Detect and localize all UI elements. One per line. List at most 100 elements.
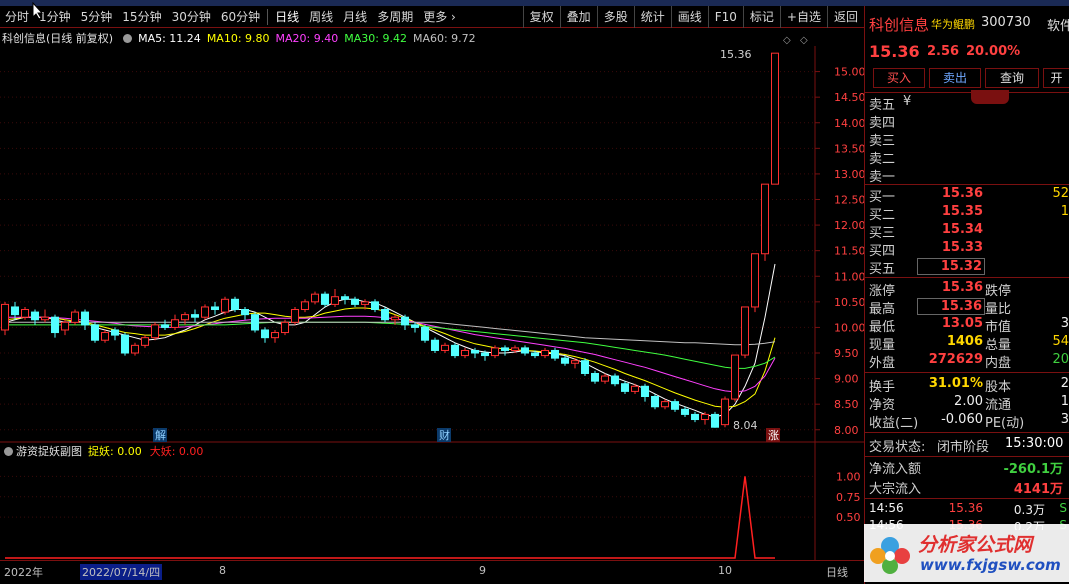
candle-body [691, 413, 699, 421]
bid5-label: 买五 [869, 262, 896, 277]
price-axis-label: 14.00 [834, 117, 864, 130]
tick-flag: S [1059, 501, 1067, 515]
period-multi[interactable]: 多周期 [372, 6, 418, 28]
price-axis-label: 8.00 [834, 424, 859, 437]
add-watchlist-button[interactable]: +自选 [779, 6, 827, 28]
eps-value: -0.060 [941, 412, 983, 427]
net-asset-label: 净资 [869, 398, 896, 413]
sub-chart-title: 游资捉妖副图 [16, 445, 82, 458]
candle-body [461, 349, 469, 357]
candle-body [191, 314, 199, 318]
bid2-label: 买二 [869, 208, 896, 223]
price-axis-label: 8.50 [834, 398, 859, 411]
net-inflow-value: -260.1万 [1003, 462, 1063, 477]
candle-body [501, 347, 509, 351]
price-axis-label: 11.50 [834, 245, 864, 258]
candle-body [431, 339, 439, 351]
inner-volume-value: 20 [1052, 352, 1069, 367]
quote-panel: 科创信息 华为鲲鹏 300730 软件 15.36 2.56 20.00% 买入… [864, 6, 1069, 584]
ask2-label: 卖二 [869, 152, 896, 167]
period-5min[interactable]: 5分钟 [76, 6, 118, 28]
candle-body [711, 413, 719, 428]
query-button[interactable]: 查询 [985, 68, 1039, 88]
limit-up-tag[interactable]: 涨 [768, 429, 779, 442]
unlock-tag[interactable]: 解 [155, 428, 166, 442]
limit-down-label: 跌停 [985, 284, 1012, 299]
sector-label[interactable]: 软件 [1047, 15, 1069, 34]
high-value: 15.36 [917, 298, 985, 315]
share-capital-label: 股本 [985, 380, 1012, 395]
kline-chart[interactable]: 15.00 14.50 14.00 13.50 13.00 12.50 12.00 11.50… [0, 30, 864, 560]
restore-right-button[interactable]: 复权 [522, 6, 560, 28]
candle-body [181, 314, 189, 321]
candle-body [641, 385, 649, 398]
price-axis-label: 14.50 [834, 91, 864, 104]
chart-option-icon[interactable]: ◇ [800, 35, 808, 46]
period-intraday[interactable]: 分时 [0, 6, 34, 28]
period-monthly[interactable]: 月线 [338, 6, 372, 28]
period-weekly[interactable]: 周线 [304, 6, 338, 28]
mark-button[interactable]: 标记 [742, 6, 780, 28]
logo-url: www.fxjgsw.com [920, 556, 1061, 574]
candle-body [651, 396, 659, 408]
concept-label[interactable]: 华为鲲鹏 [931, 16, 975, 32]
period-60min[interactable]: 60分钟 [216, 6, 265, 28]
multi-stock-button[interactable]: 多股 [596, 6, 634, 28]
candle-body [471, 349, 479, 354]
sub-ind1-label: 捉妖: 0.00 [88, 445, 142, 458]
sell-button[interactable]: 卖出 [929, 68, 981, 88]
open-button[interactable]: 开 [1043, 68, 1069, 88]
f10-button[interactable]: F10 [707, 6, 743, 28]
bid1-volume: 52 [1052, 186, 1069, 201]
stock-code: 300730 [981, 15, 1031, 30]
bid2-price[interactable]: 15.35 [935, 204, 983, 219]
low-value: 13.05 [941, 316, 983, 331]
sub-settings-circle-icon[interactable] [4, 446, 13, 456]
period-15min[interactable]: 15分钟 [117, 6, 166, 28]
price-axis-label: 13.50 [834, 142, 864, 155]
draw-line-button[interactable]: 画线 [670, 6, 708, 28]
float-value: 1 [1060, 394, 1069, 409]
candle-body [371, 301, 379, 311]
month-9-label: 9 [479, 564, 486, 577]
date-axis: 2022年 2022/07/14/四 8 9 10 日线 [0, 560, 864, 582]
candle-body [611, 375, 619, 385]
last-price: 15.36 [869, 42, 920, 61]
period-daily[interactable]: 日线 [270, 6, 304, 28]
candle-body [351, 298, 359, 305]
period-more[interactable]: 更多 › [418, 6, 461, 28]
low-price-label: 8.04 [733, 419, 758, 432]
candle-body [491, 347, 499, 357]
candle-body [51, 316, 59, 334]
total-volume-label: 总量 [985, 338, 1012, 353]
bid1-price[interactable]: 15.36 [935, 186, 983, 201]
candle-body [761, 183, 769, 255]
logo-text: 分析家公式网 [918, 534, 1033, 556]
bid3-price[interactable]: 15.34 [935, 222, 983, 237]
back-button[interactable]: 返回 [826, 6, 864, 28]
candle-body [551, 349, 559, 359]
ask4-label: 卖四 [869, 116, 896, 131]
period-label[interactable]: 日线 [826, 564, 848, 580]
overlay-button[interactable]: 叠加 [559, 6, 597, 28]
buy-button[interactable]: 买入 [873, 68, 925, 88]
period-30min[interactable]: 30分钟 [167, 6, 216, 28]
candle-body [571, 360, 579, 364]
bid5-price[interactable]: 15.32 [917, 258, 985, 275]
candle-body [321, 293, 329, 305]
price-axis-label: 11.00 [834, 270, 864, 283]
current-volume-label: 现量 [869, 338, 896, 353]
current-volume-value: 1406 [946, 334, 983, 349]
pe-value: 3 [1060, 412, 1069, 427]
finance-tag[interactable]: 财 [439, 428, 450, 442]
statistics-button[interactable]: 统计 [633, 6, 671, 28]
cursor-date: 2022/07/14/四 [80, 564, 163, 580]
candle-body [341, 296, 349, 300]
candle-body [91, 324, 99, 341]
float-label: 流通 [985, 398, 1012, 413]
bid4-price[interactable]: 15.33 [935, 240, 983, 255]
diamond-icon[interactable]: ◇ [783, 35, 791, 46]
candle-body [521, 347, 529, 354]
trade-status-label: 交易状态: [869, 440, 926, 455]
block-inflow-value: 4141万 [1013, 482, 1063, 497]
